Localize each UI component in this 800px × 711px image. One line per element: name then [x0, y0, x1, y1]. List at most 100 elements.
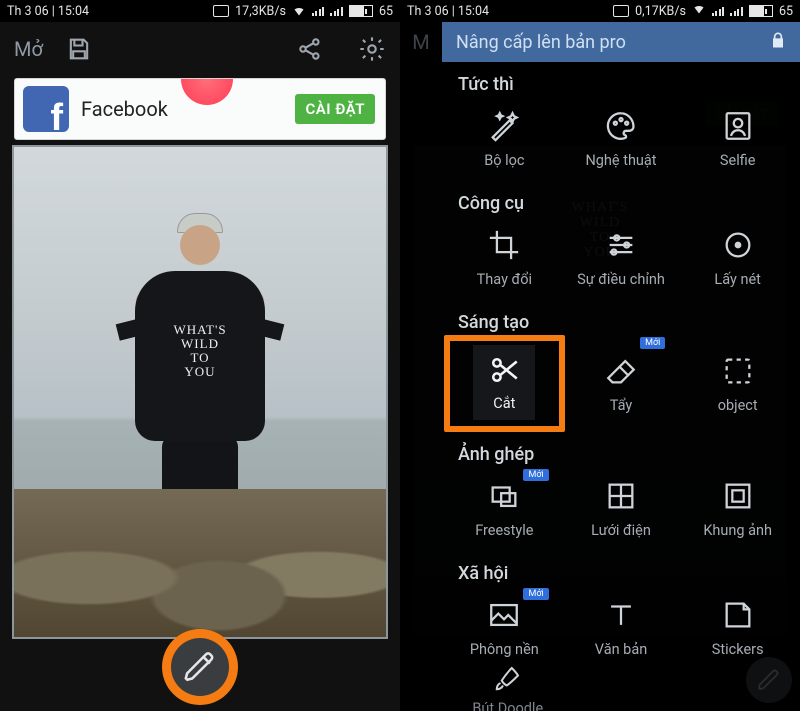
- pencil-icon: [183, 650, 217, 684]
- tool-label: Selfie: [720, 152, 756, 169]
- upgrade-label: Nâng cấp lên bản pro: [456, 32, 626, 53]
- scissors-icon: [485, 351, 523, 389]
- tool-label: Bút Doodle: [472, 700, 543, 711]
- ad-install-button[interactable]: CÀI ĐẶT: [295, 94, 375, 124]
- crop-icon: [485, 226, 523, 264]
- facebook-logo-icon: [23, 86, 69, 132]
- grid-icon: [602, 477, 640, 515]
- tool-resize[interactable]: Thay đổi: [446, 220, 563, 298]
- tool-label: Lưới điện: [591, 522, 651, 539]
- object-icon: [719, 352, 757, 390]
- battery-icon: [349, 5, 373, 17]
- tool-grid[interactable]: Lưới điện: [563, 471, 680, 549]
- tool-art[interactable]: Nghệ thuật: [563, 101, 680, 179]
- text-icon: [602, 596, 640, 634]
- tool-doodle[interactable]: Bút Doodle: [446, 663, 570, 711]
- signal-2-icon: [730, 6, 743, 16]
- tools-menu: Tức thì Bộ lọc Nghệ thuật Selfie Công cụ: [442, 62, 800, 711]
- status-datetime: Th 3 06 | 15:04: [407, 4, 489, 19]
- magic-wand-icon: [485, 107, 523, 145]
- tool-label: Phông nền: [470, 641, 539, 658]
- battery-icon: [749, 5, 773, 17]
- status-battery-pct: 65: [379, 4, 393, 19]
- open-button[interactable]: Mở: [14, 37, 43, 61]
- tool-label: Sự điều chỉnh: [577, 271, 665, 288]
- sim-icon: [613, 5, 629, 17]
- tool-selfie[interactable]: Selfie: [679, 101, 796, 179]
- section-creative: Sáng tạo: [442, 300, 800, 339]
- status-net-speed: 0,17KB/s: [635, 4, 686, 19]
- tool-label: object: [718, 397, 758, 414]
- upgrade-banner[interactable]: Nâng cấp lên bản pro: [442, 22, 800, 62]
- editing-photo[interactable]: WHAT'S WILD TO YOU: [12, 145, 388, 639]
- share-icon[interactable]: [296, 35, 324, 63]
- tool-eraser[interactable]: Mới Tẩy: [563, 339, 680, 430]
- status-bar: Th 3 06 | 15:04 17,3KB/s 65: [0, 0, 400, 22]
- freestyle-icon: [485, 477, 523, 515]
- ad-title: Facebook: [81, 97, 168, 121]
- tool-label: Tẩy: [610, 397, 633, 414]
- portrait-icon: [719, 107, 757, 145]
- status-net-speed: 17,3KB/s: [235, 4, 286, 19]
- section-social: Xã hội: [442, 551, 800, 590]
- focus-icon: [719, 226, 757, 264]
- open-button-dim: M: [400, 22, 442, 62]
- row-doodle-partial: Bút Doodle: [442, 670, 800, 710]
- status-battery-pct: 65: [779, 4, 793, 19]
- top-toolbar: Mở: [0, 22, 400, 76]
- sticker-icon: [719, 596, 757, 634]
- ad-banner[interactable]: Facebook CÀI ĐẶT: [14, 78, 386, 140]
- tool-label: Thay đổi: [477, 271, 532, 288]
- tool-object[interactable]: object: [679, 339, 796, 430]
- tool-background[interactable]: Mới Phông nền: [446, 590, 563, 668]
- palette-icon: [602, 107, 640, 145]
- wifi-icon: [292, 5, 306, 17]
- tool-focus[interactable]: Lấy nét: [679, 220, 796, 298]
- tool-label: Khung ảnh: [703, 522, 772, 539]
- new-badge: Mới: [523, 469, 548, 481]
- tool-filter[interactable]: Bộ lọc: [446, 101, 563, 179]
- edit-fab-highlight: [162, 629, 238, 705]
- dual-screenshot: Th 3 06 | 15:04 17,3KB/s 65 Mở: [0, 0, 800, 711]
- section-tools: Công cụ: [442, 181, 800, 220]
- frame-icon: [719, 477, 757, 515]
- row-creative: Cắt Mới Tẩy object: [442, 339, 800, 432]
- tool-label: Văn bản: [595, 641, 647, 658]
- gear-icon[interactable]: [358, 35, 386, 63]
- save-icon[interactable]: [65, 35, 93, 63]
- eraser-icon: [602, 352, 640, 390]
- section-collage: Ảnh ghép: [442, 432, 800, 471]
- row-tools: Thay đổi Sự điều chỉnh Lấy nét: [442, 220, 800, 300]
- new-badge: Mới: [523, 588, 548, 600]
- tool-frame[interactable]: Khung ảnh: [679, 471, 796, 549]
- tool-label: Freestyle: [475, 522, 533, 539]
- status-bar: Th 3 06 | 15:04 0,17KB/s 65: [400, 0, 800, 22]
- tool-label: Stickers: [712, 641, 764, 658]
- tool-adjust[interactable]: Sự điều chỉnh: [563, 220, 680, 298]
- tool-label: Bộ lọc: [484, 152, 524, 169]
- edit-button[interactable]: [171, 638, 229, 696]
- screen-left: Th 3 06 | 15:04 17,3KB/s 65 Mở: [0, 0, 400, 711]
- new-badge: Mới: [640, 337, 665, 349]
- sim-icon: [213, 5, 229, 17]
- row-social: Mới Phông nền Văn bản Stickers: [442, 590, 800, 670]
- heart-icon: [181, 78, 233, 105]
- canvas-area[interactable]: WHAT'S WILD TO YOU: [0, 145, 400, 711]
- signal-1-icon: [312, 6, 325, 16]
- tool-freestyle[interactable]: Mới Freestyle: [446, 471, 563, 549]
- lock-icon: [768, 30, 788, 55]
- brush-icon: [493, 663, 523, 693]
- tool-text[interactable]: Văn bản: [563, 590, 680, 668]
- wifi-icon: [692, 3, 706, 19]
- tool-label: Nghệ thuật: [585, 152, 656, 169]
- signal-1-icon: [712, 6, 725, 16]
- tool-label: Cắt: [493, 395, 515, 412]
- screen-right: Th 3 06 | 15:04 0,17KB/s 65 M WHAT'S WIL…: [400, 0, 800, 711]
- tool-stickers[interactable]: Stickers: [679, 590, 796, 668]
- tool-cut[interactable]: Cắt: [446, 339, 563, 430]
- row-instant: Bộ lọc Nghệ thuật Selfie: [442, 101, 800, 181]
- image-icon: [485, 596, 523, 634]
- tool-label: Lấy nét: [714, 271, 761, 288]
- signal-2-icon: [330, 6, 343, 16]
- sliders-icon: [602, 226, 640, 264]
